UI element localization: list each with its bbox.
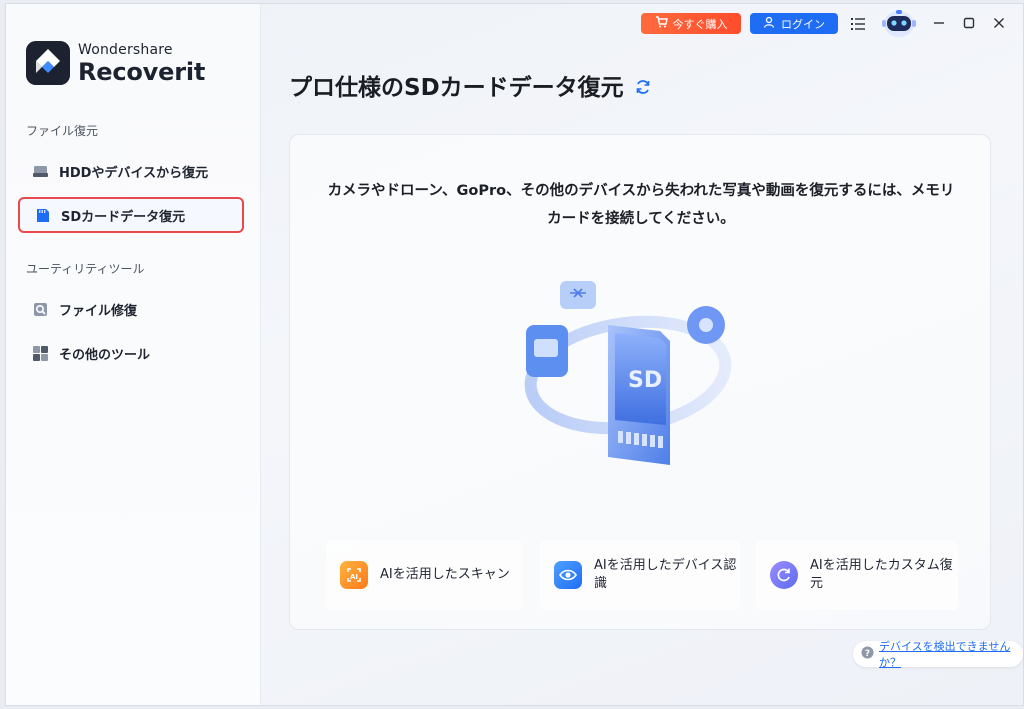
robot-avatar-icon[interactable] [878, 7, 920, 39]
svg-text:?: ? [865, 649, 870, 659]
help-link-text: デバイスを検出できませんか？ [879, 640, 1011, 669]
feature-ai-device-detection: AIを活用したデバイス認 識 [540, 540, 740, 610]
hdd-icon [32, 163, 49, 180]
page-title: プロ仕様のSDカードデータ復元 [289, 68, 652, 102]
instruction-text: カメラやドローン、GoPro、その他のデバイスから失われた写真や動画を復元するに… [320, 177, 962, 233]
sidebar-item-hdd-recovery[interactable]: HDDやデバイスから復元 [18, 153, 244, 189]
user-icon [763, 16, 775, 31]
section-label-file-recovery: ファイル復元 [26, 124, 99, 138]
sidebar-item-sd-recovery[interactable]: SDカードデータ復元 [18, 197, 244, 233]
feature-label-line2: 元 [810, 576, 824, 591]
buy-now-button[interactable]: 今すぐ購入 [641, 13, 741, 34]
feature-label: AIを活用したスキャン [380, 567, 510, 582]
recoverit-logo-icon [26, 41, 70, 85]
page-title-text: プロ仕様のSDカードデータ復元 [289, 75, 624, 101]
app-logo: Wondershare Recoverit [26, 41, 205, 85]
brand-name: Wondershare [78, 41, 173, 58]
feature-ai-scan: AI AIを活用したスキャン [326, 540, 522, 610]
sd-card-illustration: SD [510, 275, 750, 475]
sd-recovery-card: カメラやドローン、GoPro、その他のデバイスから失われた写真や動画を復元するに… [289, 134, 991, 630]
product-name: Recoverit [78, 57, 206, 86]
instruction-line-2: カードを接続してください。 [547, 211, 735, 227]
help-question-icon: ? [861, 646, 874, 662]
buy-now-label: 今すぐ購入 [672, 17, 728, 31]
file-repair-icon [32, 301, 49, 318]
sd-label-text: SD [628, 368, 662, 393]
maximize-icon[interactable] [960, 14, 978, 32]
feature-ai-custom-recovery: AIを活用したカスタム復 元 [756, 540, 958, 610]
section-label-utility-tools: ユーティリティツール [26, 262, 145, 276]
ai-scan-icon: AI [340, 561, 368, 589]
sidebar-item-other-tools[interactable]: その他のツール [18, 335, 244, 371]
sidebar: Wondershare Recoverit ファイル復元 HDDやデバイスから復… [6, 4, 261, 705]
sd-card-icon [34, 207, 51, 224]
login-label: ログイン [781, 17, 825, 31]
close-icon[interactable] [990, 14, 1008, 32]
sidebar-item-label: HDDやデバイスから復元 [59, 165, 209, 181]
refresh-icon[interactable] [634, 76, 652, 94]
ai-eye-icon [554, 561, 582, 589]
more-tools-icon [32, 345, 49, 362]
instruction-line-1: カメラやドローン、GoPro、その他のデバイスから失われた写真や動画を復元するに… [327, 183, 955, 199]
svg-text:AI: AI [350, 573, 358, 581]
sidebar-item-label: ファイル修復 [59, 303, 138, 319]
cart-icon [655, 16, 668, 31]
device-not-detected-link[interactable]: ? デバイスを検出できませんか？ [853, 640, 1023, 669]
sidebar-item-label: SDカードデータ復元 [61, 209, 186, 225]
feature-label-line2: 識 [594, 576, 608, 591]
minimize-icon[interactable] [930, 14, 948, 32]
feature-label-line1: AIを活用したデバイス認 [594, 558, 737, 573]
app-window: Wondershare Recoverit ファイル復元 HDDやデバイスから復… [5, 3, 1024, 706]
sidebar-item-file-repair[interactable]: ファイル修復 [18, 291, 244, 327]
feature-label-line1: AIを活用したカスタム復 [810, 558, 953, 573]
ai-restore-icon [770, 561, 798, 589]
login-button[interactable]: ログイン [750, 13, 838, 34]
sidebar-item-label: その他のツール [59, 347, 151, 363]
menu-list-icon[interactable] [851, 16, 865, 30]
